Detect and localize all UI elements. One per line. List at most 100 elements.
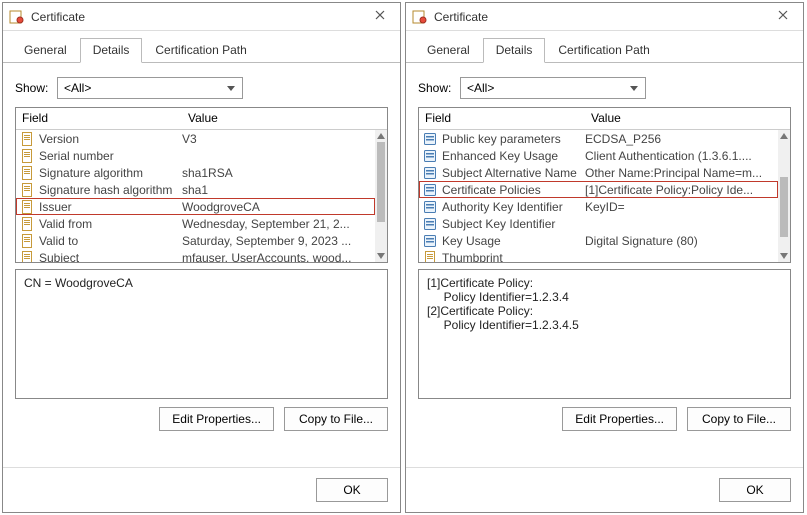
list-row[interactable]: Key UsageDigital Signature (80) <box>419 232 778 249</box>
details-panel: Show: <All> Field Value VersionV3Serial … <box>3 63 400 467</box>
list-row[interactable]: IssuerWoodgroveCA <box>16 198 375 215</box>
scroll-up-arrow[interactable] <box>778 130 790 142</box>
ok-button[interactable]: OK <box>719 478 791 502</box>
list-row[interactable]: Signature hash algorithmsha1 <box>16 181 375 198</box>
field-list[interactable]: Field Value Public key parametersECDSA_P… <box>418 107 791 263</box>
show-dropdown[interactable]: <All> <box>57 77 243 99</box>
titlebar: Certificate <box>406 3 803 31</box>
list-row[interactable]: Authority Key IdentifierKeyID= <box>419 198 778 215</box>
field-name: Subject Alternative Name <box>442 166 585 180</box>
list-row[interactable]: Valid fromWednesday, September 21, 2... <box>16 215 375 232</box>
list-row[interactable]: Thumbprint <box>419 249 778 262</box>
field-name: Valid from <box>39 217 182 231</box>
extension-icon <box>423 165 439 181</box>
property-icon <box>423 250 439 263</box>
field-value: WoodgroveCA <box>182 200 375 214</box>
details-panel: Show: <All> Field Value Public key param… <box>406 63 803 467</box>
header-value[interactable]: Value <box>585 108 790 129</box>
certificate-dialog-right: Certificate General Details Certificatio… <box>405 2 804 513</box>
field-value: Wednesday, September 21, 2... <box>182 217 375 231</box>
scroll-track[interactable] <box>778 142 790 250</box>
field-name: Valid to <box>39 234 182 248</box>
scroll-down-arrow[interactable] <box>375 250 387 262</box>
copy-to-file-button[interactable]: Copy to File... <box>687 407 791 431</box>
property-icon <box>20 182 36 198</box>
detail-textbox[interactable]: CN = WoodgroveCA <box>15 269 388 399</box>
tab-strip: General Details Certification Path <box>406 31 803 63</box>
field-value: V3 <box>182 132 375 146</box>
header-value[interactable]: Value <box>182 108 387 129</box>
list-row[interactable]: Subjectmfauser, UserAccounts, wood... <box>16 249 375 262</box>
list-header: Field Value <box>16 108 387 130</box>
field-name: Key Usage <box>442 234 585 248</box>
show-value: <All> <box>64 81 91 95</box>
field-name: Signature hash algorithm <box>39 183 182 197</box>
list-row[interactable]: Signature algorithmsha1RSA <box>16 164 375 181</box>
list-row[interactable]: Enhanced Key UsageClient Authentication … <box>419 147 778 164</box>
show-label: Show: <box>15 81 57 95</box>
property-icon <box>20 250 36 263</box>
scroll-down-arrow[interactable] <box>778 250 790 262</box>
scroll-thumb[interactable] <box>377 142 385 222</box>
field-name: Authority Key Identifier <box>442 200 585 214</box>
tab-strip: General Details Certification Path <box>3 31 400 63</box>
list-row[interactable]: Subject Alternative NameOther Name:Princ… <box>419 164 778 181</box>
field-value: [1]Certificate Policy:Policy Ide... <box>585 183 778 197</box>
field-name: Enhanced Key Usage <box>442 149 585 163</box>
property-icon <box>20 216 36 232</box>
show-label: Show: <box>418 81 460 95</box>
tab-general[interactable]: General <box>11 38 80 63</box>
field-name: Certificate Policies <box>442 183 585 197</box>
field-value: Client Authentication (1.3.6.1.... <box>585 149 778 163</box>
list-row[interactable]: Public key parametersECDSA_P256 <box>419 130 778 147</box>
close-button[interactable] <box>767 6 799 28</box>
detail-textbox[interactable]: [1]Certificate Policy: Policy Identifier… <box>418 269 791 399</box>
list-row[interactable]: Subject Key Identifier <box>419 215 778 232</box>
property-icon <box>20 165 36 181</box>
extension-icon <box>423 131 439 147</box>
show-dropdown[interactable]: <All> <box>460 77 646 99</box>
extension-icon <box>423 148 439 164</box>
property-icon <box>20 233 36 249</box>
titlebar: Certificate <box>3 3 400 31</box>
field-name: Public key parameters <box>442 132 585 146</box>
field-name: Version <box>39 132 182 146</box>
edit-properties-button[interactable]: Edit Properties... <box>562 407 677 431</box>
field-value: Other Name:Principal Name=m... <box>585 166 778 180</box>
scroll-track[interactable] <box>375 142 387 250</box>
field-value: Saturday, September 9, 2023 ... <box>182 234 375 248</box>
header-field[interactable]: Field <box>16 108 182 129</box>
list-row[interactable]: VersionV3 <box>16 130 375 147</box>
window-title: Certificate <box>434 10 767 24</box>
list-row[interactable]: Serial number <box>16 147 375 164</box>
close-button[interactable] <box>364 6 396 28</box>
copy-to-file-button[interactable]: Copy to File... <box>284 407 388 431</box>
ok-button[interactable]: OK <box>316 478 388 502</box>
tab-certification-path[interactable]: Certification Path <box>142 38 259 63</box>
scrollbar[interactable] <box>375 130 387 262</box>
tab-details[interactable]: Details <box>483 38 546 63</box>
scroll-up-arrow[interactable] <box>375 130 387 142</box>
edit-properties-button[interactable]: Edit Properties... <box>159 407 274 431</box>
list-row[interactable]: Valid toSaturday, September 9, 2023 ... <box>16 232 375 249</box>
tab-details[interactable]: Details <box>80 38 143 63</box>
scroll-thumb[interactable] <box>780 177 788 237</box>
certificate-icon <box>412 9 428 25</box>
field-name: Subject Key Identifier <box>442 217 585 231</box>
field-value: KeyID= <box>585 200 778 214</box>
field-value: sha1 <box>182 183 375 197</box>
list-row[interactable]: Certificate Policies[1]Certificate Polic… <box>419 181 778 198</box>
extension-icon <box>423 233 439 249</box>
field-name: Subject <box>39 251 182 263</box>
property-icon <box>20 148 36 164</box>
field-name: Thumbprint <box>442 251 585 263</box>
property-icon <box>20 131 36 147</box>
tab-certification-path[interactable]: Certification Path <box>545 38 662 63</box>
header-field[interactable]: Field <box>419 108 585 129</box>
field-name: Signature algorithm <box>39 166 182 180</box>
field-value: sha1RSA <box>182 166 375 180</box>
tab-general[interactable]: General <box>414 38 483 63</box>
field-value: ECDSA_P256 <box>585 132 778 146</box>
field-list[interactable]: Field Value VersionV3Serial numberSignat… <box>15 107 388 263</box>
scrollbar[interactable] <box>778 130 790 262</box>
